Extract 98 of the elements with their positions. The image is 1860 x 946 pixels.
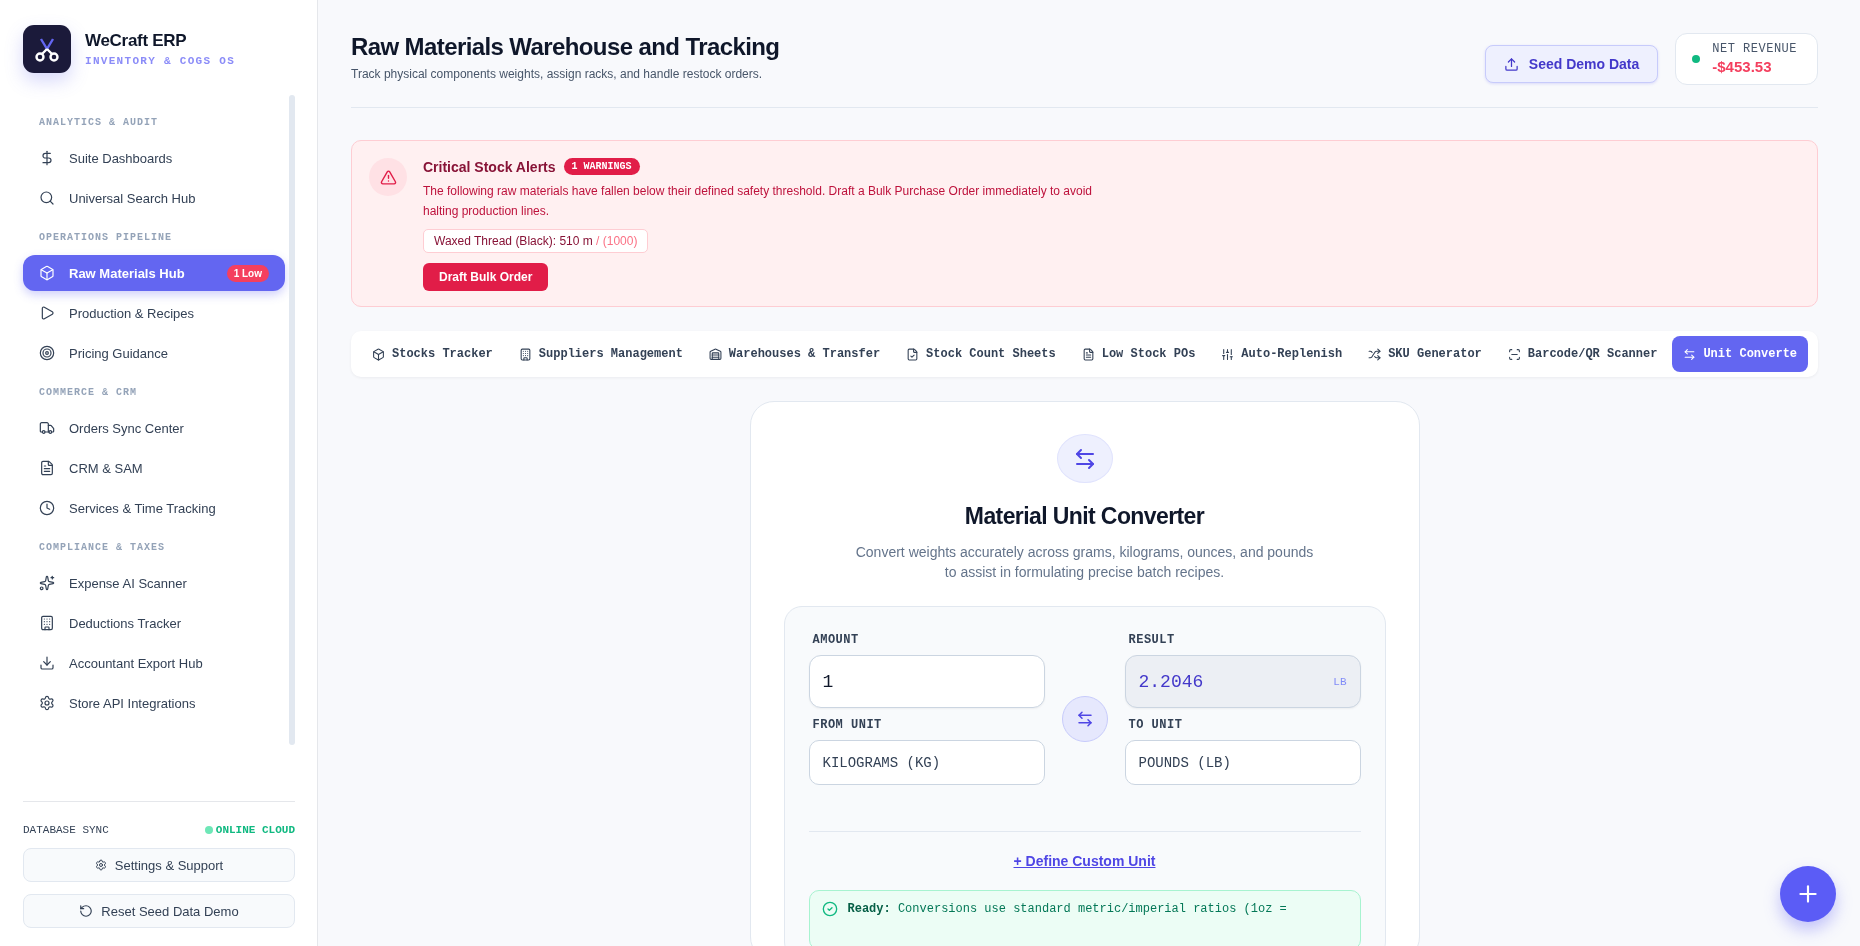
app-tagline: INVENTORY & COGS OS bbox=[85, 55, 236, 67]
sidebar-button[interactable]: Settings & Support bbox=[23, 848, 295, 882]
clock-icon bbox=[39, 500, 55, 516]
tab[interactable]: Unit Converte bbox=[1672, 336, 1809, 372]
sidebar-item-label: CRM & SAM bbox=[69, 460, 144, 476]
sidebar-item[interactable]: Deductions Tracker bbox=[23, 605, 285, 641]
tab[interactable]: Stock Count Sheets bbox=[895, 336, 1067, 372]
document-icon bbox=[39, 460, 55, 476]
sidebar-item-label: Universal Search Hub bbox=[69, 190, 197, 206]
field-label: FROM UNIT bbox=[811, 718, 883, 733]
status-dot bbox=[204, 826, 213, 834]
app-name: WeCraft ERP bbox=[85, 31, 188, 51]
swap-arrows-icon bbox=[1075, 710, 1094, 729]
sync-label: DATABASE SYNC bbox=[23, 824, 109, 836]
sidebar-item-label: Expense AI Scanner bbox=[69, 575, 188, 591]
tab[interactable]: Stocks Tracker bbox=[361, 336, 504, 372]
low-stock-item: Waxed Thread (Black): 510 m / (1000) bbox=[423, 229, 649, 253]
tab[interactable]: Suppliers Management bbox=[507, 336, 694, 372]
cube-icon bbox=[39, 265, 55, 281]
check-circle-icon bbox=[821, 901, 838, 918]
page-subtitle: Track physical components weights, assign racks, and handle restock orders. bbox=[351, 67, 764, 81]
sidebar-item[interactable]: Expense AI Scanner bbox=[23, 565, 285, 601]
field-label: TO UNIT bbox=[1127, 718, 1184, 733]
sidebar-item[interactable]: CRM & SAM bbox=[23, 450, 285, 486]
document-icon bbox=[1081, 347, 1095, 361]
sidebar-item-label: Suite Dashboards bbox=[69, 150, 174, 166]
alert-message: The following raw materials have fallen below their defined safety threshold. Draft a Bulk Purchase Order immediately to avoid halting production lines. bbox=[423, 183, 1093, 220]
sidebar-item[interactable]: Pricing Guidance bbox=[23, 335, 285, 371]
unit-label: LB bbox=[1333, 675, 1347, 688]
field-label: RESULT bbox=[1127, 633, 1176, 648]
seed-demo-button[interactable]: Seed Demo Data bbox=[1484, 45, 1659, 83]
sidebar-item-label: Services & Time Tracking bbox=[69, 500, 217, 516]
section-title: COMMERCE & CRM bbox=[38, 386, 138, 400]
section-title: ANALYTICS & AUDIT bbox=[38, 116, 160, 130]
sidebar-item[interactable]: Accountant Export Hub bbox=[23, 645, 285, 681]
cube-icon bbox=[372, 347, 385, 361]
to-unit-select[interactable]: POUNDS (LB) bbox=[1124, 740, 1361, 786]
field-label: AMOUNT bbox=[811, 633, 860, 648]
sidebar-item[interactable]: Production & Recipes bbox=[23, 295, 285, 331]
scrollbar-track[interactable] bbox=[289, 95, 295, 745]
sidebar-item-label: Production & Recipes bbox=[69, 305, 195, 321]
warehouse-icon bbox=[708, 347, 722, 361]
sidebar-item[interactable]: Suite Dashboards bbox=[23, 140, 285, 176]
sidebar-item-label: Accountant Export Hub bbox=[69, 655, 204, 671]
tab[interactable]: Auto-Replenish bbox=[1210, 336, 1354, 372]
warning-icon bbox=[379, 168, 397, 186]
play-icon bbox=[39, 305, 55, 321]
sidebar-item-label: Raw Materials Hub bbox=[69, 265, 186, 281]
document-check-icon bbox=[906, 347, 920, 361]
add-button[interactable] bbox=[1780, 866, 1836, 922]
scan-icon bbox=[1507, 347, 1521, 361]
download-icon bbox=[39, 655, 55, 671]
building-icon bbox=[518, 347, 532, 361]
sidebar-item-label: Pricing Guidance bbox=[69, 345, 169, 361]
from-unit-select[interactable]: KILOGRAMS (KG) bbox=[808, 740, 1045, 786]
result-field: 2.2046 LB bbox=[1124, 655, 1361, 709]
settings-icon bbox=[39, 695, 55, 711]
reset-icon bbox=[79, 904, 94, 918]
section-title: OPERATIONS PIPELINE bbox=[38, 231, 174, 245]
settings-icon bbox=[94, 859, 107, 871]
search-icon bbox=[39, 190, 55, 206]
building-icon bbox=[39, 615, 55, 631]
warnings-badge: 1 WARNINGS bbox=[563, 158, 640, 175]
low-stock-badge: 1 Low bbox=[226, 264, 269, 282]
tab[interactable]: Warehouses & Transfer bbox=[697, 336, 892, 372]
target-icon bbox=[39, 345, 55, 361]
sidebar-item[interactable]: Store API Integrations bbox=[23, 685, 285, 721]
sidebar-item[interactable]: Orders Sync Center bbox=[23, 410, 285, 446]
tab[interactable]: Low Stock POs bbox=[1070, 336, 1207, 372]
sidebar-item-label: Orders Sync Center bbox=[69, 420, 185, 436]
swap-arrows-icon bbox=[1683, 347, 1697, 361]
sidebar-item-label: Deductions Tracker bbox=[69, 615, 182, 631]
upload-icon bbox=[1503, 56, 1519, 72]
converter-title: Material Unit Converter bbox=[964, 503, 1205, 531]
sliders-icon bbox=[1221, 347, 1235, 361]
sidebar-item-label: Store API Integrations bbox=[69, 695, 197, 711]
status-dot bbox=[1692, 54, 1701, 63]
section-title: COMPLIANCE & TAXES bbox=[38, 541, 167, 555]
page-title: Raw Materials Warehouse and Tracking bbox=[351, 33, 780, 61]
dollar-icon bbox=[39, 150, 55, 166]
sync-status: ONLINE CLOUD bbox=[204, 824, 295, 836]
alert-title: Critical Stock Alerts bbox=[423, 158, 556, 175]
sidebar-item[interactable]: Universal Search Hub bbox=[23, 180, 285, 216]
revenue-value: -$453.53 bbox=[1712, 58, 1773, 75]
status-message: Ready: Conversions use standard metric/imperial ratios (1oz = bbox=[847, 901, 1287, 918]
sidebar-item[interactable]: Services & Time Tracking bbox=[23, 490, 285, 526]
tab[interactable]: Barcode/QR Scanner bbox=[1496, 336, 1669, 372]
amount-input[interactable]: 1 bbox=[808, 655, 1045, 709]
truck-icon bbox=[39, 420, 55, 436]
sidebar-button[interactable]: Reset Seed Data Demo bbox=[23, 894, 295, 928]
define-unit-link[interactable]: + Define Custom Unit bbox=[1013, 853, 1156, 870]
draft-order-button[interactable]: Draft Bulk Order bbox=[423, 263, 549, 291]
shuffle-icon bbox=[1368, 347, 1382, 361]
sparkles-icon bbox=[39, 575, 55, 591]
converter-description: Convert weights accurately across grams, kilograms, ounces, and pounds to assist in formulating precise batch recipes. bbox=[854, 543, 1315, 583]
sidebar-item[interactable]: Raw Materials Hub 1 Low bbox=[23, 255, 285, 291]
tab[interactable]: SKU Generator bbox=[1357, 336, 1493, 372]
revenue-label: NET REVENUE bbox=[1712, 42, 1797, 56]
